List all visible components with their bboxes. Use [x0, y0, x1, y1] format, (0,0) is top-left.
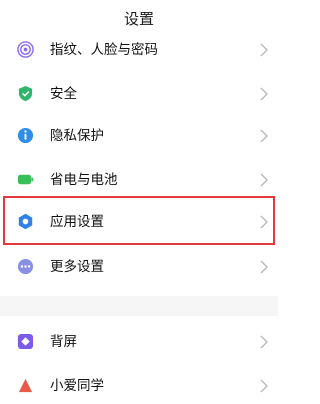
- settings-item-battery[interactable]: 省电与电池: [0, 162, 278, 198]
- settings-item-back-screen[interactable]: 背屏: [0, 324, 278, 360]
- chevron-right-icon: [260, 87, 268, 101]
- settings-item-more-settings[interactable]: 更多设置: [0, 249, 278, 285]
- settings-item-fingerprint-face-password[interactable]: 指纹、人脸与密码: [0, 32, 278, 68]
- shield-icon: [18, 85, 33, 102]
- battery-icon: [17, 174, 34, 185]
- settings-item-label: 安全: [50, 86, 77, 102]
- chevron-right-icon: [260, 335, 268, 349]
- settings-item-privacy[interactable]: 隐私保护: [0, 118, 278, 154]
- chevron-right-icon: [260, 173, 268, 187]
- chevron-right-icon: [260, 260, 268, 274]
- chevron-right-icon: [260, 43, 268, 57]
- settings-item-label: 隐私保护: [50, 128, 104, 144]
- section-divider: [0, 296, 278, 316]
- privacy-info-icon: [17, 127, 34, 144]
- more-dots-icon: [17, 258, 34, 275]
- settings-item-label: 更多设置: [50, 259, 104, 275]
- chevron-right-icon: [260, 379, 268, 393]
- settings-item-label: 省电与电池: [50, 172, 118, 188]
- settings-item-security[interactable]: 安全: [0, 76, 278, 112]
- settings-item-label: 小爱同学: [50, 378, 104, 394]
- highlight-box: [3, 196, 275, 245]
- xiaoai-icon: [18, 378, 33, 393]
- chevron-right-icon: [260, 129, 268, 143]
- back-screen-icon: [17, 333, 34, 350]
- fingerprint-icon: [17, 41, 34, 58]
- settings-item-label: 背屏: [50, 334, 77, 350]
- page-title: 设置: [123, 10, 154, 28]
- settings-item-label: 指纹、人脸与密码: [50, 42, 158, 58]
- settings-item-xiaoai[interactable]: 小爱同学: [0, 368, 278, 404]
